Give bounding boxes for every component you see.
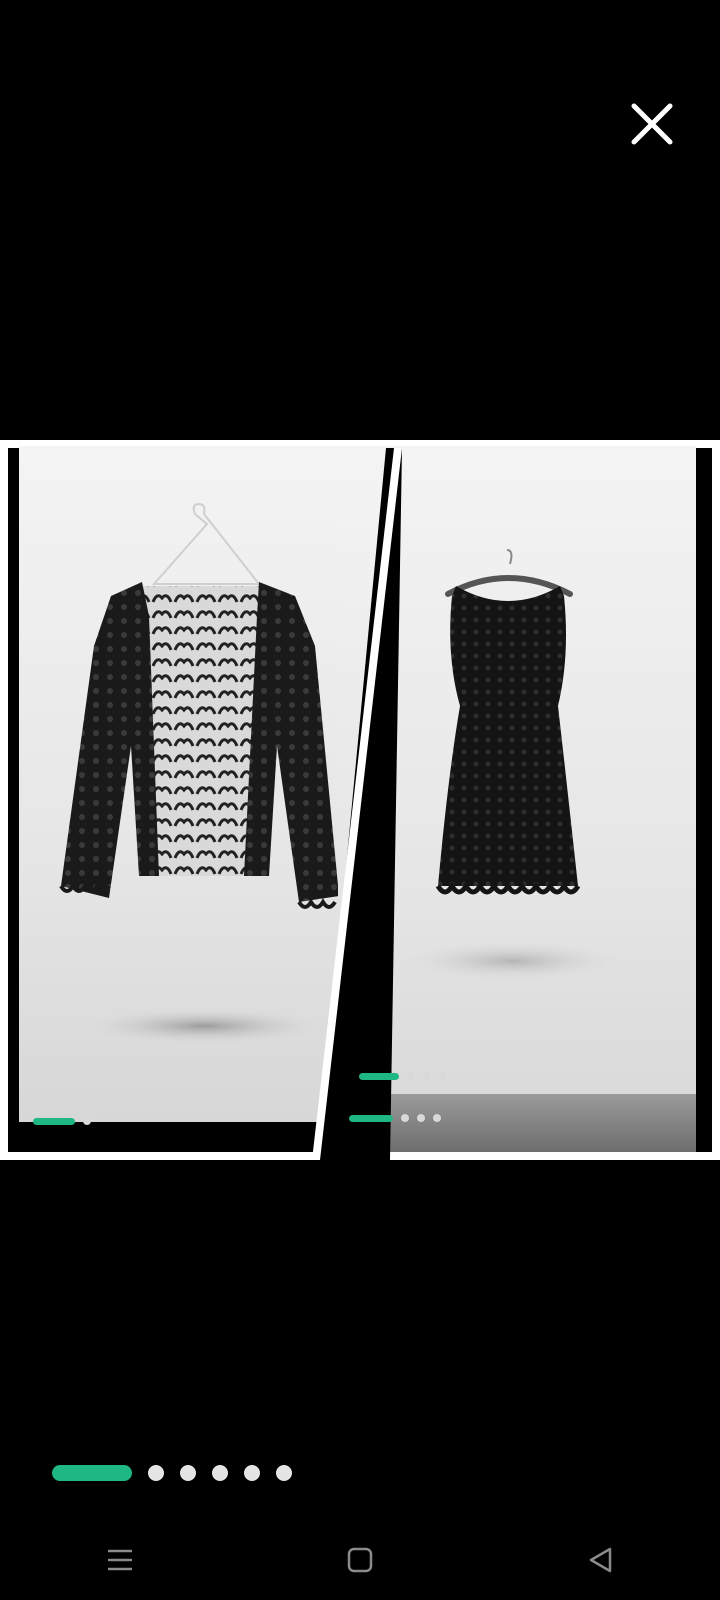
recent-apps-button[interactable] xyxy=(90,1530,150,1590)
pager-dot xyxy=(417,1114,425,1122)
pager-dot[interactable] xyxy=(180,1465,196,1481)
system-nav-bar xyxy=(0,1520,720,1600)
image-pager xyxy=(52,1465,292,1481)
image-viewer-screen xyxy=(0,0,720,1600)
pager-active-indicator xyxy=(359,1072,399,1080)
pager-active-indicator xyxy=(33,1117,75,1125)
menu-icon xyxy=(108,1549,132,1571)
back-button[interactable] xyxy=(570,1530,630,1590)
dress-photo-pager-upper xyxy=(359,1072,447,1080)
pager-dot[interactable] xyxy=(212,1465,228,1481)
pager-active-indicator xyxy=(349,1114,393,1122)
home-button[interactable] xyxy=(330,1530,390,1590)
dress-photo-pager-lower xyxy=(349,1114,441,1122)
close-icon xyxy=(631,103,673,145)
pager-dot xyxy=(439,1072,447,1080)
collage-divider xyxy=(310,448,402,1160)
cardigan-photo-pager xyxy=(33,1117,91,1125)
pager-dot xyxy=(401,1114,409,1122)
pager-dot[interactable] xyxy=(148,1465,164,1481)
pager-dot xyxy=(407,1072,415,1080)
home-icon xyxy=(347,1547,373,1573)
pager-dot xyxy=(83,1117,91,1125)
pager-active-indicator[interactable] xyxy=(52,1465,132,1481)
pager-dot xyxy=(423,1072,431,1080)
pager-dot[interactable] xyxy=(244,1465,260,1481)
pager-dot[interactable] xyxy=(276,1465,292,1481)
close-button[interactable] xyxy=(628,100,676,148)
back-icon xyxy=(589,1547,612,1573)
pager-dot xyxy=(433,1114,441,1122)
